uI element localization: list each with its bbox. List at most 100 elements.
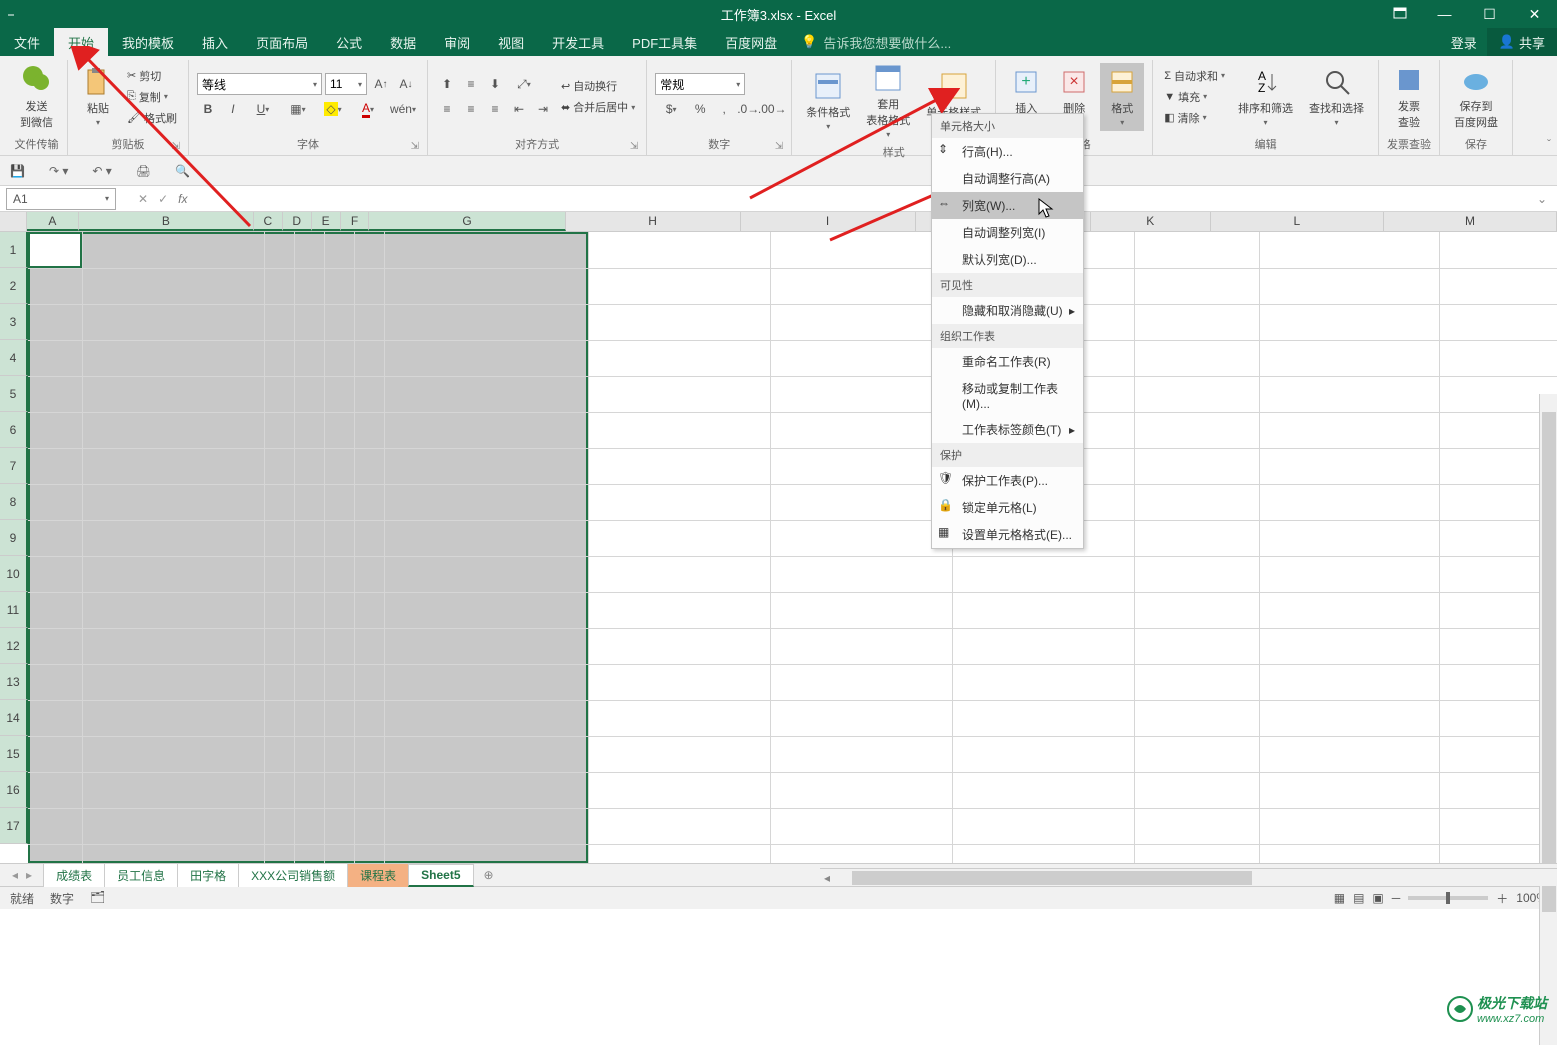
sheet-tab-4[interactable]: XXX公司销售额 bbox=[238, 863, 348, 887]
row-header-12[interactable]: 12 bbox=[0, 628, 28, 664]
clipboard-launcher[interactable]: ⇲ bbox=[172, 141, 180, 152]
row-height-item[interactable]: ⇕行高(H)... bbox=[932, 138, 1083, 165]
vertical-scrollbar[interactable] bbox=[1539, 394, 1557, 1045]
protect-sheet-item[interactable]: 🛡保护工作表(P)... bbox=[932, 467, 1083, 494]
sort-filter-button[interactable]: AZ排序和筛选▾ bbox=[1232, 63, 1299, 131]
decrease-indent-button[interactable]: ⇤ bbox=[508, 98, 530, 120]
print-preview-button[interactable]: 🔍 bbox=[175, 164, 190, 178]
autofit-col-item[interactable]: 自动调整列宽(I) bbox=[932, 219, 1083, 246]
font-color-button[interactable]: A▾ bbox=[352, 98, 384, 120]
row-header-16[interactable]: 16 bbox=[0, 772, 28, 808]
row-header-2[interactable]: 2 bbox=[0, 268, 28, 304]
comma-button[interactable]: , bbox=[713, 98, 735, 120]
conditional-format-button[interactable]: 条件格式▾ bbox=[800, 67, 856, 135]
row-header-1[interactable]: 1 bbox=[0, 232, 28, 268]
row-header-6[interactable]: 6 bbox=[0, 412, 28, 448]
row-header-17[interactable]: 17 bbox=[0, 808, 28, 844]
increase-decimal-button[interactable]: .0→ bbox=[737, 98, 759, 120]
tab-baidu[interactable]: 百度网盘 bbox=[711, 28, 791, 56]
share-button[interactable]: 👤 共享 bbox=[1487, 28, 1557, 56]
align-launcher[interactable]: ⇲ bbox=[630, 141, 638, 152]
ribbon-options-icon[interactable] bbox=[1377, 0, 1422, 28]
sheet-tab-3[interactable]: 田字格 bbox=[177, 863, 239, 887]
paste-button[interactable]: 粘贴▾ bbox=[76, 63, 120, 131]
decrease-font-button[interactable]: A↓ bbox=[395, 73, 417, 95]
number-format-select[interactable]: 常规▾ bbox=[655, 73, 745, 95]
row-header-11[interactable]: 11 bbox=[0, 592, 28, 628]
name-box[interactable]: A1▾ bbox=[6, 188, 116, 210]
maximize-button[interactable]: ☐ bbox=[1467, 0, 1512, 28]
percent-button[interactable]: % bbox=[689, 98, 711, 120]
row-header-5[interactable]: 5 bbox=[0, 376, 28, 412]
tab-insert[interactable]: 插入 bbox=[188, 28, 242, 56]
collapse-ribbon-button[interactable]: ˇ bbox=[1547, 137, 1551, 151]
fill-color-button[interactable]: ◇▾ bbox=[317, 98, 349, 120]
tab-pdf[interactable]: PDF工具集 bbox=[618, 28, 711, 56]
accessibility-icon[interactable]: 🗂 bbox=[90, 890, 105, 907]
active-cell[interactable] bbox=[28, 232, 82, 268]
view-normal-button[interactable]: ▦ bbox=[1334, 891, 1345, 905]
tab-home[interactable]: 开始 bbox=[54, 28, 108, 56]
add-sheet-button[interactable]: ⊕ bbox=[474, 868, 504, 882]
row-header-14[interactable]: 14 bbox=[0, 700, 28, 736]
zoom-out-button[interactable]: ─ bbox=[1392, 891, 1401, 905]
merge-center-button[interactable]: ⬌合并后居中▾ bbox=[558, 98, 638, 116]
zoom-in-button[interactable]: ＋ bbox=[1496, 890, 1508, 907]
col-header-E[interactable]: E bbox=[312, 212, 341, 231]
align-top-button[interactable]: ⬆ bbox=[436, 73, 458, 95]
cell-format-item[interactable]: ▦设置单元格格式(E)... bbox=[932, 521, 1083, 548]
save-icon[interactable]: 💾 bbox=[10, 164, 25, 178]
fx-button[interactable]: fx bbox=[178, 192, 187, 206]
sheet-tab-6[interactable]: Sheet5 bbox=[408, 864, 473, 887]
undo-button[interactable]: ↶ ▾ bbox=[92, 164, 111, 178]
row-header-3[interactable]: 3 bbox=[0, 304, 28, 340]
number-launcher[interactable]: ⇲ bbox=[775, 141, 783, 152]
fill-button[interactable]: ▼填充▾ bbox=[1161, 88, 1228, 106]
col-header-C[interactable]: C bbox=[254, 212, 283, 231]
col-header-A[interactable]: A bbox=[27, 212, 79, 231]
col-header-D[interactable]: D bbox=[283, 212, 312, 231]
tell-me-input[interactable]: 💡 告诉我您想要做什么... bbox=[801, 33, 951, 52]
expand-formula-bar[interactable]: ⌄ bbox=[1537, 192, 1557, 206]
move-copy-sheet-item[interactable]: 移动或复制工作表(M)... bbox=[932, 375, 1083, 416]
tab-layout[interactable]: 页面布局 bbox=[242, 28, 322, 56]
currency-button[interactable]: $▾ bbox=[655, 98, 687, 120]
view-break-button[interactable]: ▣ bbox=[1372, 891, 1383, 905]
increase-indent-button[interactable]: ⇥ bbox=[532, 98, 554, 120]
phonetic-button[interactable]: wén ▾ bbox=[387, 98, 419, 120]
decrease-decimal-button[interactable]: .00→ bbox=[761, 98, 783, 120]
tab-data[interactable]: 数据 bbox=[376, 28, 430, 56]
align-left-button[interactable]: ≡ bbox=[436, 98, 458, 120]
increase-font-button[interactable]: A↑ bbox=[370, 73, 392, 95]
sheet-tab-5[interactable]: 课程表 bbox=[347, 863, 409, 887]
copy-button[interactable]: ⎘复制▾ bbox=[124, 88, 180, 106]
font-launcher[interactable]: ⇲ bbox=[411, 141, 419, 152]
tab-view[interactable]: 视图 bbox=[484, 28, 538, 56]
sheet-nav-last[interactable]: ▸ bbox=[26, 868, 32, 882]
autosave-icon[interactable]: ⎯ bbox=[8, 7, 14, 22]
row-header-9[interactable]: 9 bbox=[0, 520, 28, 556]
minimize-button[interactable]: — bbox=[1422, 0, 1467, 28]
column-width-item[interactable]: ⇔列宽(W)... bbox=[932, 192, 1083, 219]
col-header-M[interactable]: M bbox=[1384, 212, 1557, 231]
send-wechat-button[interactable]: 发送 到微信 bbox=[14, 62, 59, 132]
table-format-button[interactable]: 套用 表格格式▾ bbox=[860, 60, 916, 141]
row-header-10[interactable]: 10 bbox=[0, 556, 28, 592]
invoice-check-button[interactable]: 发票 查验 bbox=[1387, 62, 1431, 132]
tab-file[interactable]: 文件 bbox=[0, 28, 54, 56]
close-button[interactable]: ✕ bbox=[1512, 0, 1557, 28]
tab-dev[interactable]: 开发工具 bbox=[538, 28, 618, 56]
sheet-nav-first[interactable]: ◂ bbox=[12, 868, 18, 882]
login-button[interactable]: 登录 bbox=[1441, 33, 1487, 52]
row-header-8[interactable]: 8 bbox=[0, 484, 28, 520]
clear-button[interactable]: ◧清除▾ bbox=[1161, 109, 1228, 127]
col-header-H[interactable]: H bbox=[566, 212, 741, 231]
autosum-button[interactable]: Σ自动求和▾ bbox=[1161, 67, 1228, 85]
row-header-15[interactable]: 15 bbox=[0, 736, 28, 772]
sheet-tab-1[interactable]: 成绩表 bbox=[43, 863, 105, 887]
tab-formula[interactable]: 公式 bbox=[322, 28, 376, 56]
font-name-select[interactable]: 等线▾ bbox=[197, 73, 322, 95]
find-select-button[interactable]: 查找和选择▾ bbox=[1303, 63, 1370, 131]
row-header-7[interactable]: 7 bbox=[0, 448, 28, 484]
autofit-row-item[interactable]: 自动调整行高(A) bbox=[932, 165, 1083, 192]
